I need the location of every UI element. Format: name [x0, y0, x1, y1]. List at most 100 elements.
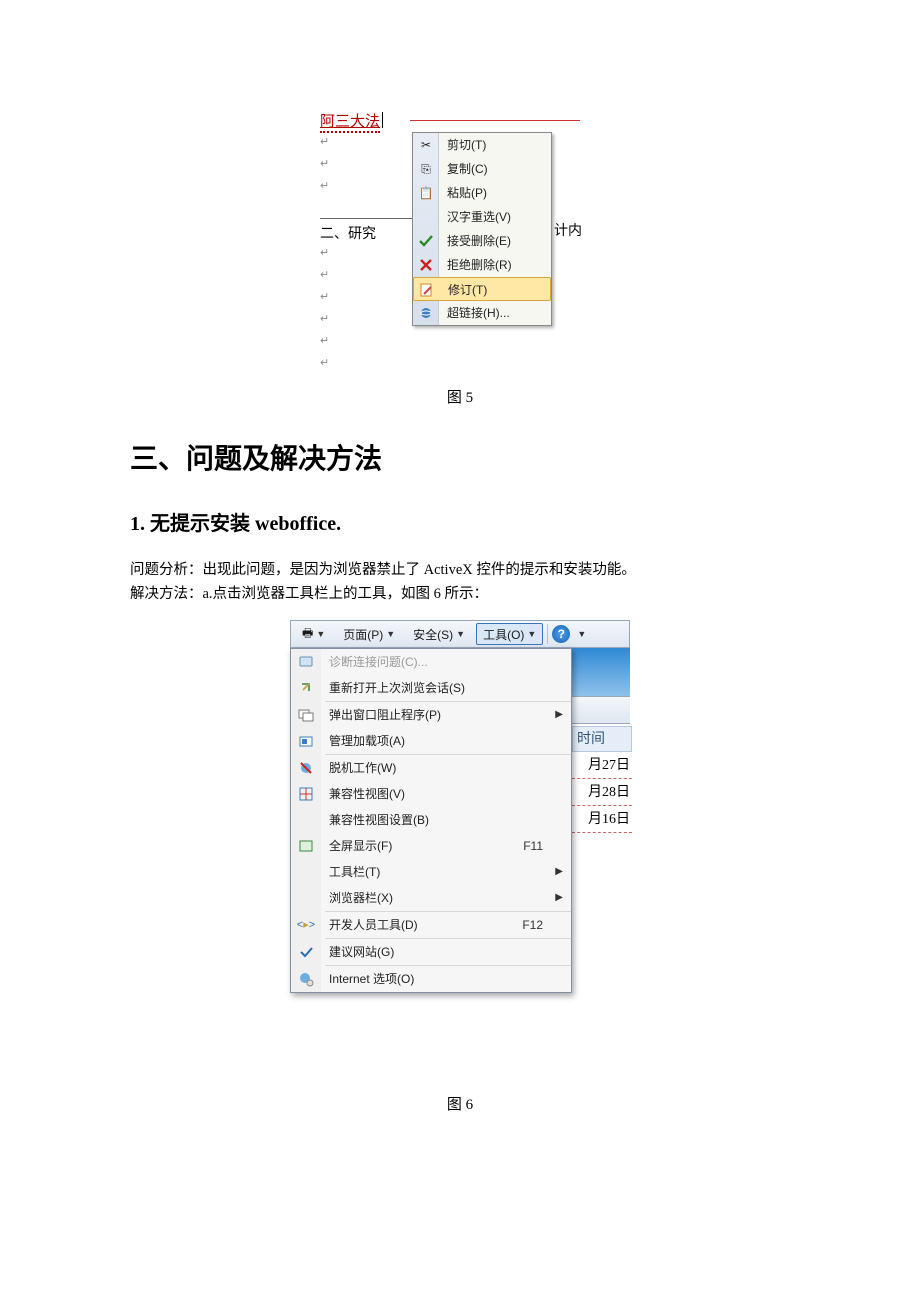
misspelled-link-text[interactable]: 阿三大法: [320, 113, 380, 133]
scissors-icon: ✂: [417, 136, 435, 154]
internet-options-icon: [297, 970, 315, 988]
diagnose-icon: [297, 653, 315, 671]
addons-icon: [297, 732, 315, 750]
menu-label: 超链接(H)...: [447, 306, 510, 320]
paragraph-mark: ↵: [320, 175, 420, 197]
menu-item-paste[interactable]: 📋 粘贴(P): [413, 181, 551, 205]
menu-item-hyperlink[interactable]: 超链接(H)...: [413, 301, 551, 325]
figure-5-caption: 图 5: [130, 386, 790, 407]
safety-menu-button[interactable]: 安全(S) ▼: [406, 623, 472, 645]
menu-label: 浏览器栏(X): [329, 891, 393, 905]
menu-item-fullscreen[interactable]: 全屏显示(F) F11: [291, 833, 571, 859]
menu-label: 重新打开上次浏览会话(S): [329, 681, 465, 695]
menu-item-internet-options[interactable]: Internet 选项(O): [291, 966, 571, 992]
background-page-list: 时间 月27日 月28日 月16日: [572, 726, 632, 833]
dropdown-caret-icon: ▼: [386, 629, 395, 639]
menu-item-diagnose-connection[interactable]: 诊断连接问题(C)...: [291, 649, 571, 675]
page-menu-button[interactable]: 页面(P) ▼: [336, 623, 402, 645]
tools-dropdown-menu: 诊断连接问题(C)... 重新打开上次浏览会话(S) 弹出窗口阻止程序(P) ▶: [290, 648, 572, 993]
menu-label: 拒绝删除(R): [447, 258, 512, 272]
paste-icon: 📋: [417, 184, 435, 202]
doc-heading-left: 二、研究: [320, 218, 415, 243]
menu-label: 兼容性视图(V): [329, 787, 405, 801]
menu-label: 修订(T): [448, 283, 487, 297]
figure-5: 阿三大法 ↵ ↵ ↵ 二、研究 计内 ↵↵↵ ↵↵↵ ✂ 剪切(T) ⎘ 复制(…: [320, 110, 600, 380]
button-label: 工具(O): [483, 626, 524, 643]
menu-item-compat-settings[interactable]: 兼容性视图设置(B): [291, 807, 571, 833]
subsection-heading: 1. 无提示安装 weboffice.: [130, 507, 790, 536]
button-label: 安全(S): [413, 626, 453, 643]
menu-item-explorer-bars[interactable]: 浏览器栏(X) ▶: [291, 885, 571, 911]
offline-icon: [297, 759, 315, 777]
toolbar-separator: [547, 624, 548, 644]
menu-item-suggested-sites[interactable]: 建议网站(G): [291, 939, 571, 965]
list-row: 月16日: [572, 806, 632, 833]
compat-view-icon: [297, 785, 315, 803]
paragraph-mark: ↵: [320, 153, 420, 175]
section-heading: 三、问题及解决方法: [130, 437, 790, 477]
menu-item-reject-deletion[interactable]: 拒绝删除(R): [413, 253, 551, 277]
menu-item-compat-view[interactable]: 兼容性视图(V): [291, 781, 571, 807]
print-button[interactable]: 🖶 ▼: [295, 623, 332, 645]
list-row: 月28日: [572, 779, 632, 806]
dropdown-caret-icon: ▼: [527, 629, 536, 639]
dropdown-caret-icon: ▼: [456, 629, 465, 639]
word-document-area: 阿三大法 ↵ ↵ ↵: [320, 110, 420, 197]
menu-item-manage-addons[interactable]: 管理加载项(A): [291, 728, 571, 754]
submenu-arrow-icon: ▶: [555, 859, 563, 885]
menu-item-reopen-session[interactable]: 重新打开上次浏览会话(S): [291, 675, 571, 701]
menu-label: 管理加载项(A): [329, 734, 405, 748]
paragraph-mark: ↵: [320, 131, 420, 153]
popup-blocker-icon: [297, 706, 315, 724]
menu-label: 诊断连接问题(C)...: [329, 655, 428, 669]
fullscreen-icon: [297, 837, 315, 855]
menu-label: 开发人员工具(D): [329, 918, 418, 932]
menu-label: 复制(C): [447, 162, 488, 176]
menu-label: 汉字重选(V): [447, 210, 511, 224]
menu-shortcut: F12: [522, 912, 543, 938]
hyperlink-icon: [417, 304, 435, 322]
submenu-arrow-icon: ▶: [555, 702, 563, 728]
menu-item-track-changes[interactable]: 修订(T): [413, 277, 551, 301]
menu-item-popup-blocker[interactable]: 弹出窗口阻止程序(P) ▶: [291, 702, 571, 728]
ie-title-bar-fragment: [570, 648, 630, 696]
check-icon: [297, 943, 315, 961]
menu-item-dev-tools[interactable]: <▸> 开发人员工具(D) F12: [291, 912, 571, 938]
paragraph-marks-block: ↵↵↵ ↵↵↵: [320, 242, 329, 374]
ie-command-bar: 🖶 ▼ 页面(P) ▼ 安全(S) ▼ 工具(O) ▼ ?: [290, 620, 630, 648]
menu-item-cut[interactable]: ✂ 剪切(T): [413, 133, 551, 157]
dropdown-caret-icon[interactable]: ▼: [577, 629, 586, 639]
help-button[interactable]: ?: [552, 625, 570, 643]
menu-label: 接受删除(E): [447, 234, 511, 248]
text-cursor: [382, 112, 383, 128]
menu-label: 弹出窗口阻止程序(P): [329, 708, 441, 722]
tools-menu-button[interactable]: 工具(O) ▼: [476, 623, 543, 645]
doc-heading-right: 计内: [554, 220, 582, 240]
menu-item-accept-deletion[interactable]: 接受删除(E): [413, 229, 551, 253]
dropdown-caret-icon: ▼: [316, 629, 325, 639]
track-changes-icon: [418, 281, 436, 299]
menu-item-ime-reconvert[interactable]: 汉字重选(V): [413, 205, 551, 229]
menu-item-work-offline[interactable]: 脱机工作(W): [291, 755, 571, 781]
menu-item-toolbars[interactable]: 工具栏(T) ▶: [291, 859, 571, 885]
ie-nav-bar-fragment: [570, 696, 630, 724]
revision-mark-line: [410, 120, 580, 121]
context-menu: ✂ 剪切(T) ⎘ 复制(C) 📋 粘贴(P) 汉字重选(V) 接受删除(E): [412, 132, 552, 326]
list-row: 月27日: [572, 752, 632, 779]
menu-label: 兼容性视图设置(B): [329, 813, 429, 827]
figure-6: 🖶 ▼ 页面(P) ▼ 安全(S) ▼ 工具(O) ▼ ?: [290, 620, 630, 1114]
reject-icon: [417, 256, 435, 274]
menu-label: 工具栏(T): [329, 865, 380, 879]
printer-icon: 🖶: [302, 624, 313, 645]
button-label: 页面(P): [343, 626, 383, 643]
menu-label: 建议网站(G): [329, 945, 394, 959]
menu-label: 全屏显示(F): [329, 839, 392, 853]
menu-label: Internet 选项(O): [329, 972, 414, 986]
document-page: 阿三大法 ↵ ↵ ↵ 二、研究 计内 ↵↵↵ ↵↵↵ ✂ 剪切(T) ⎘ 复制(…: [0, 0, 920, 1182]
menu-item-copy[interactable]: ⎘ 复制(C): [413, 157, 551, 181]
list-header-time: 时间: [572, 726, 632, 752]
submenu-arrow-icon: ▶: [555, 885, 563, 911]
figure-6-caption: 图 6: [290, 1093, 630, 1114]
menu-label: 脱机工作(W): [329, 761, 396, 775]
reopen-session-icon: [297, 679, 315, 697]
